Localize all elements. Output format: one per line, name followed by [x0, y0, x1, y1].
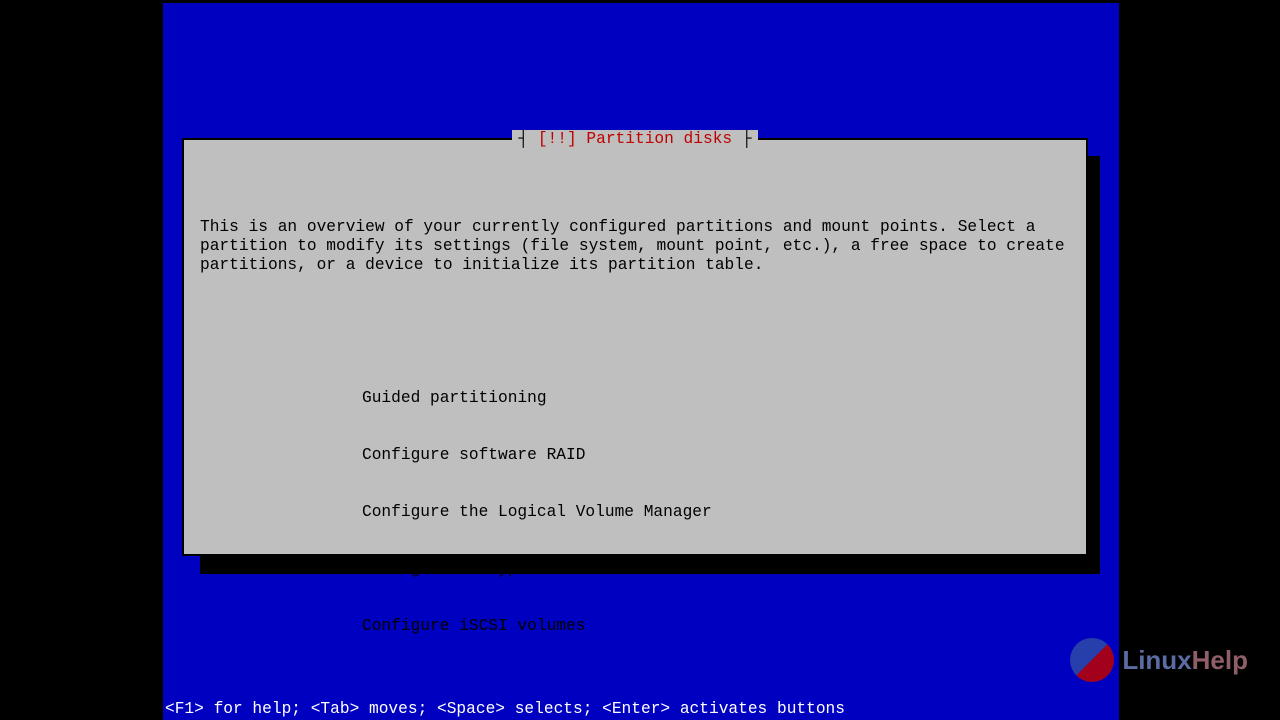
menu-guided-partitioning[interactable]: Guided partitioning	[200, 389, 1070, 408]
watermark-brand-help: Help	[1192, 645, 1248, 675]
dialog-title: [!!] Partition disks	[538, 130, 732, 148]
linuxhelp-logo-icon	[1070, 638, 1114, 682]
help-bar: <F1> for help; <Tab> moves; <Space> sele…	[165, 700, 845, 719]
dialog-title-bar: ┤ [!!] Partition disks ├	[184, 130, 1086, 149]
menu-configure-encrypted[interactable]: Configure encrypted volumes	[200, 560, 1070, 579]
title-bracket-left: ┤	[518, 130, 537, 148]
menu-configure-raid[interactable]: Configure software RAID	[200, 446, 1070, 465]
menu-configure-lvm[interactable]: Configure the Logical Volume Manager	[200, 503, 1070, 522]
partition-dialog: ┤ [!!] Partition disks ├ This is an over…	[182, 138, 1088, 556]
menu-configure-iscsi[interactable]: Configure iSCSI volumes	[200, 617, 1070, 636]
watermark-brand-linux: Linux	[1122, 645, 1191, 675]
title-bracket-right: ├	[732, 130, 751, 148]
dialog-description: This is an overview of your currently co…	[200, 218, 1070, 275]
watermark: LinuxHelp	[1070, 638, 1248, 682]
watermark-text: LinuxHelp	[1122, 651, 1248, 670]
